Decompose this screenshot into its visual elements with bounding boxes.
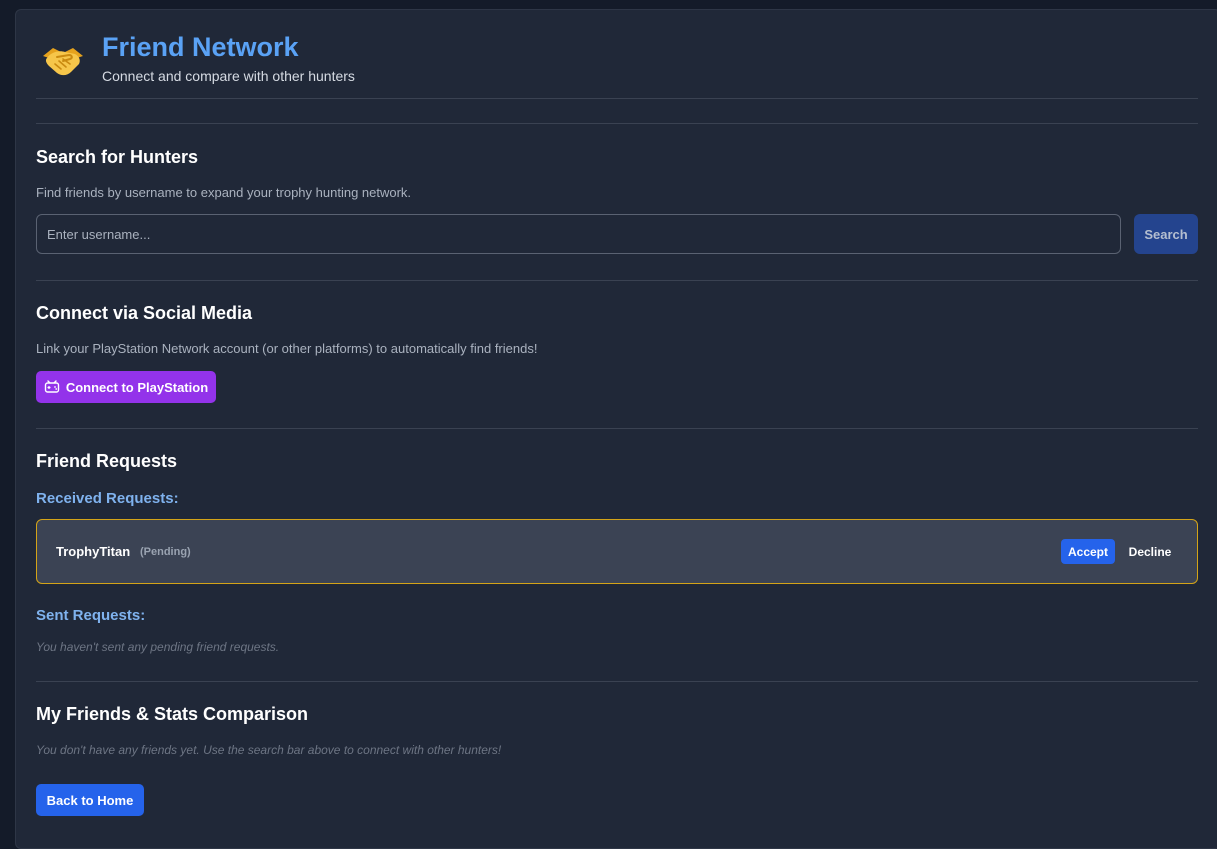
back-to-home-button[interactable]: Back to Home (36, 784, 144, 816)
gamepad-icon (44, 380, 60, 394)
friend-network-panel: Friend Network Connect and compare with … (15, 9, 1217, 849)
received-requests-heading: Received Requests: (36, 490, 179, 507)
search-button[interactable]: Search (1134, 214, 1198, 254)
section-divider (36, 681, 1198, 682)
requests-section-title: Friend Requests (36, 451, 178, 471)
decline-request-button[interactable]: Decline (1123, 539, 1177, 564)
request-username: TrophyTitan (56, 544, 131, 559)
connect-playstation-label: Connect to PlayStation (65, 379, 209, 395)
friends-empty-message: You don't have any friends yet. Use the … (36, 743, 502, 757)
friends-section-title: My Friends & Stats Comparison (36, 704, 309, 724)
page-subtitle: Connect and compare with other hunters (102, 68, 355, 84)
search-section-title: Search for Hunters (36, 147, 199, 167)
page-header: Friend Network Connect and compare with … (36, 28, 1198, 99)
section-divider (36, 428, 1198, 429)
page-title: Friend Network (102, 32, 299, 62)
section-divider (36, 280, 1198, 281)
section-divider (36, 123, 1198, 124)
username-search-input[interactable] (36, 214, 1121, 254)
sent-requests-heading: Sent Requests: (36, 607, 146, 624)
connect-playstation-button[interactable]: Connect to PlayStation (36, 371, 216, 403)
accept-request-button[interactable]: Accept (1061, 539, 1115, 564)
request-status-badge: (Pending) (140, 546, 191, 558)
friend-request-card: TrophyTitan (Pending) Accept Decline (36, 519, 1198, 584)
sent-requests-empty-message: You haven't sent any pending friend requ… (36, 640, 280, 654)
social-section-title: Connect via Social Media (36, 303, 253, 323)
search-description: Find friends by username to expand your … (36, 185, 412, 200)
social-description: Link your PlayStation Network account (o… (36, 341, 538, 356)
handshake-icon (41, 40, 85, 80)
